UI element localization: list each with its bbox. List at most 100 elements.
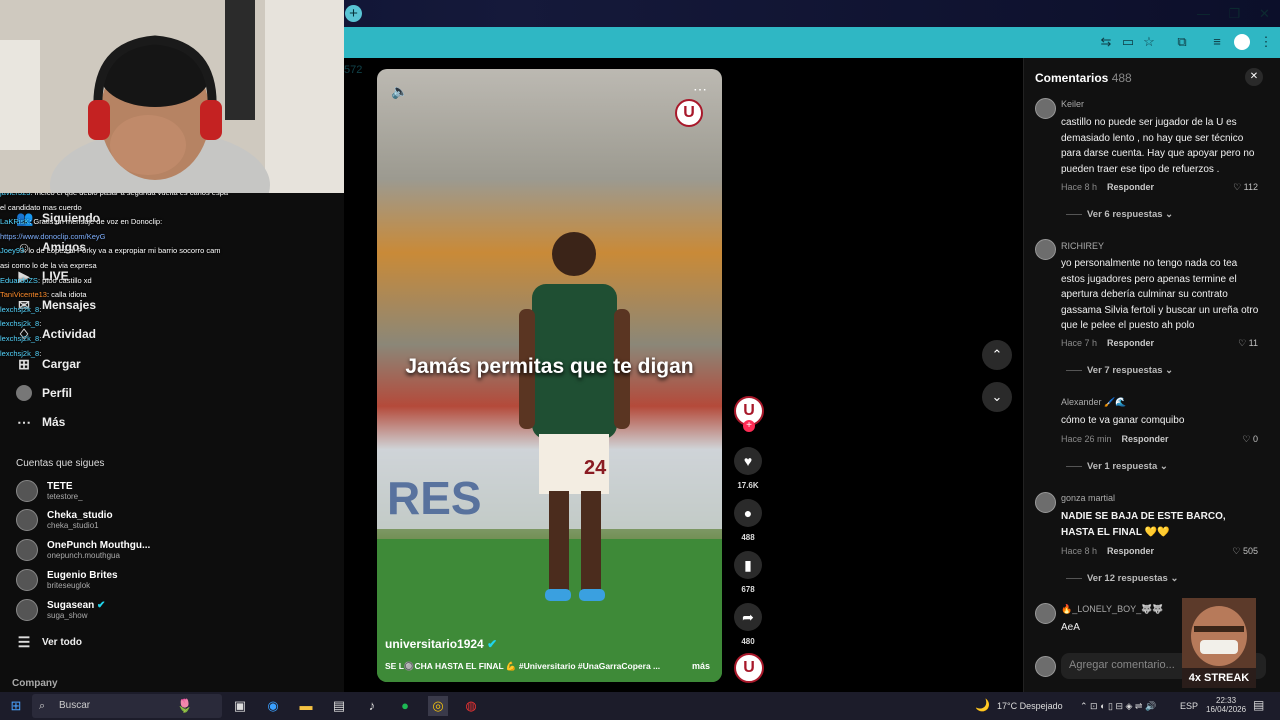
account-handle: suga_show bbox=[47, 611, 88, 620]
language-indicator[interactable]: ESP bbox=[1180, 701, 1198, 711]
comment-username[interactable]: Keiler bbox=[1061, 99, 1084, 109]
comment-text: NADIE SE BAJA DE ESTE BARCO, HASTA EL FI… bbox=[1061, 511, 1226, 538]
media-icon[interactable]: ≡ bbox=[1209, 34, 1225, 50]
comment-like[interactable]: ♡ 505 bbox=[1232, 546, 1258, 557]
account-item[interactable]: Eugenio Brites briteseuglok bbox=[16, 569, 118, 591]
chrome-icon[interactable]: ◎ bbox=[428, 696, 448, 716]
weather-icon: 🌙 bbox=[975, 698, 990, 712]
universitario-logo: U bbox=[675, 99, 703, 127]
minimize-button[interactable]: — bbox=[1188, 0, 1219, 27]
follow-plus-icon[interactable]: + bbox=[743, 420, 755, 432]
comment-like[interactable]: ♡ 0 bbox=[1242, 434, 1258, 445]
streak-overlay: 4x STREAK bbox=[1182, 598, 1256, 688]
previous-video-button[interactable]: ⌃ bbox=[982, 340, 1012, 370]
notifications-icon[interactable]: ▤ bbox=[1253, 698, 1264, 712]
stream-chat-overlay: javier323: Inelco el que debio pasar a s… bbox=[0, 186, 230, 361]
comment-username[interactable]: RICHIREY bbox=[1061, 241, 1104, 251]
comment-like[interactable]: ♡ 112 bbox=[1233, 182, 1258, 193]
comment-meta: Hace 8 h Responder bbox=[1061, 182, 1155, 192]
video-options-icon[interactable]: ⋯ bbox=[693, 81, 707, 98]
avatar[interactable] bbox=[1035, 603, 1056, 624]
windows-start-icon[interactable]: ⊞ bbox=[6, 696, 26, 716]
like-button[interactable]: ♥ bbox=[734, 447, 762, 475]
comment-username[interactable]: gonza martial bbox=[1061, 493, 1115, 503]
cast-icon[interactable]: ▭ bbox=[1120, 34, 1136, 50]
account-name: Cheka_studio bbox=[47, 510, 113, 521]
account-item[interactable]: OnePunch Mouthgu... onepunch.mouthgua bbox=[16, 539, 150, 561]
view-replies-button[interactable]: Ver 6 respuestas ⌄ bbox=[1066, 209, 1173, 220]
sidebar-item-more[interactable]: ⋯ Más bbox=[16, 414, 65, 430]
sidebar-item-profile[interactable]: Perfil bbox=[16, 385, 72, 401]
obs-icon[interactable]: ◍ bbox=[461, 696, 481, 716]
translate-icon[interactable]: ⇆ bbox=[1098, 34, 1114, 50]
heart-icon: ♥ bbox=[743, 453, 753, 469]
chevron-down-icon: ⌄ bbox=[991, 389, 1003, 404]
avatar[interactable] bbox=[1035, 492, 1056, 513]
account-handle: tetestore_ bbox=[47, 492, 83, 501]
close-icon: ✕ bbox=[1249, 71, 1259, 82]
view-replies-button[interactable]: Ver 7 respuestas ⌄ bbox=[1066, 365, 1173, 376]
clock[interactable]: 22:33 16/04/2026 bbox=[1206, 696, 1246, 714]
comment-username[interactable]: 🔥_LONELY_BOY_🐺🐺 bbox=[1061, 604, 1164, 615]
avatar[interactable] bbox=[1035, 98, 1056, 119]
view-replies-button[interactable]: Ver 12 respuestas ⌄ bbox=[1066, 573, 1178, 584]
weather-text[interactable]: 17°C Despejado bbox=[997, 701, 1063, 711]
video-player[interactable]: RES 24 🔈 ⋯ U Jamás permitas que te digan bbox=[377, 69, 722, 682]
bookmark-icon: ▮ bbox=[744, 556, 752, 573]
music-disc[interactable]: U bbox=[734, 653, 764, 683]
spotify-icon[interactable]: ● bbox=[395, 696, 415, 716]
url-text[interactable]: 572 bbox=[344, 64, 362, 76]
search-label: Buscar bbox=[59, 700, 91, 711]
account-item[interactable]: Sugasean ✔ suga_show bbox=[16, 599, 105, 621]
profile-avatar[interactable] bbox=[1234, 34, 1250, 50]
next-video-button[interactable]: ⌄ bbox=[982, 382, 1012, 412]
close-window-button[interactable]: ✕ bbox=[1249, 0, 1280, 27]
see-all-link[interactable]: ☰ Ver todo bbox=[16, 634, 82, 650]
chat-link[interactable]: https://www.donoclip.com/KeyG bbox=[0, 232, 105, 241]
profile-icon bbox=[16, 385, 32, 401]
share-count: 480 bbox=[741, 637, 755, 646]
see-more-link[interactable]: más bbox=[692, 661, 710, 671]
account-handle: cheka_studio1 bbox=[47, 521, 99, 530]
video-author[interactable]: universitario1924 ✔ bbox=[385, 637, 497, 651]
verified-badge-icon: ✔ bbox=[97, 600, 106, 611]
new-tab-button[interactable]: + bbox=[345, 5, 362, 22]
comment-text: castillo no puede ser jugador de la U es… bbox=[1061, 117, 1255, 175]
company-link[interactable]: Company bbox=[12, 678, 58, 689]
avatar[interactable] bbox=[1035, 239, 1056, 260]
comment-username[interactable]: Alexander 🖌️🌊 bbox=[1061, 397, 1126, 408]
avatar bbox=[16, 480, 38, 502]
task-view-icon[interactable]: ▣ bbox=[230, 696, 250, 716]
reply-button[interactable]: Responder bbox=[1107, 338, 1154, 348]
comment-meta: Hace 7 h Responder bbox=[1061, 338, 1155, 348]
account-item[interactable]: Cheka_studio cheka_studio1 bbox=[16, 509, 113, 531]
streak-label: 4x STREAK bbox=[1188, 672, 1250, 684]
share-button[interactable]: ➦ bbox=[734, 603, 762, 631]
account-item[interactable]: TETE tetestore_ bbox=[16, 480, 83, 502]
video-caption: Jamás permitas que te digan bbox=[405, 355, 694, 378]
menu-kebab-icon[interactable]: ⋮ bbox=[1258, 34, 1274, 50]
tray-icons[interactable]: ⌃ ⊡ ◐ ▯ ⊟ ◈ ⇌ 🔊 bbox=[1080, 701, 1156, 712]
verified-badge-icon: ✔ bbox=[487, 637, 498, 651]
save-button[interactable]: ▮ bbox=[734, 551, 762, 579]
chat-message: LaKRisK: Gratis un mensaje de voz en Don… bbox=[0, 217, 163, 241]
reply-button[interactable]: Responder bbox=[1122, 434, 1169, 444]
store-icon[interactable]: ▤ bbox=[329, 696, 349, 716]
webcam-overlay bbox=[0, 0, 344, 193]
close-comments-button[interactable]: ✕ bbox=[1245, 68, 1263, 86]
maximize-button[interactable]: ❐ bbox=[1219, 0, 1250, 27]
bookmark-star-icon[interactable]: ☆ bbox=[1141, 34, 1157, 50]
file-explorer-icon[interactable]: ▬ bbox=[296, 696, 316, 716]
comment-like[interactable]: ♡ 11 bbox=[1238, 338, 1258, 349]
extensions-icon[interactable]: ⧉ bbox=[1174, 34, 1190, 50]
sidebar-item-label: Más bbox=[42, 415, 66, 429]
reply-button[interactable]: Responder bbox=[1107, 182, 1154, 192]
volume-icon[interactable]: 🔈 bbox=[391, 83, 408, 100]
comment-button[interactable]: ● bbox=[734, 499, 762, 527]
tiktok-icon[interactable]: ♪ bbox=[362, 696, 382, 716]
account-name: OnePunch Mouthgu... bbox=[47, 540, 151, 551]
reply-button[interactable]: Responder bbox=[1107, 546, 1154, 556]
chat-message: lexchsj2k_8: bbox=[0, 304, 42, 314]
view-replies-button[interactable]: Ver 1 respuesta ⌄ bbox=[1066, 461, 1168, 472]
edge-icon[interactable]: ◉ bbox=[263, 696, 283, 716]
